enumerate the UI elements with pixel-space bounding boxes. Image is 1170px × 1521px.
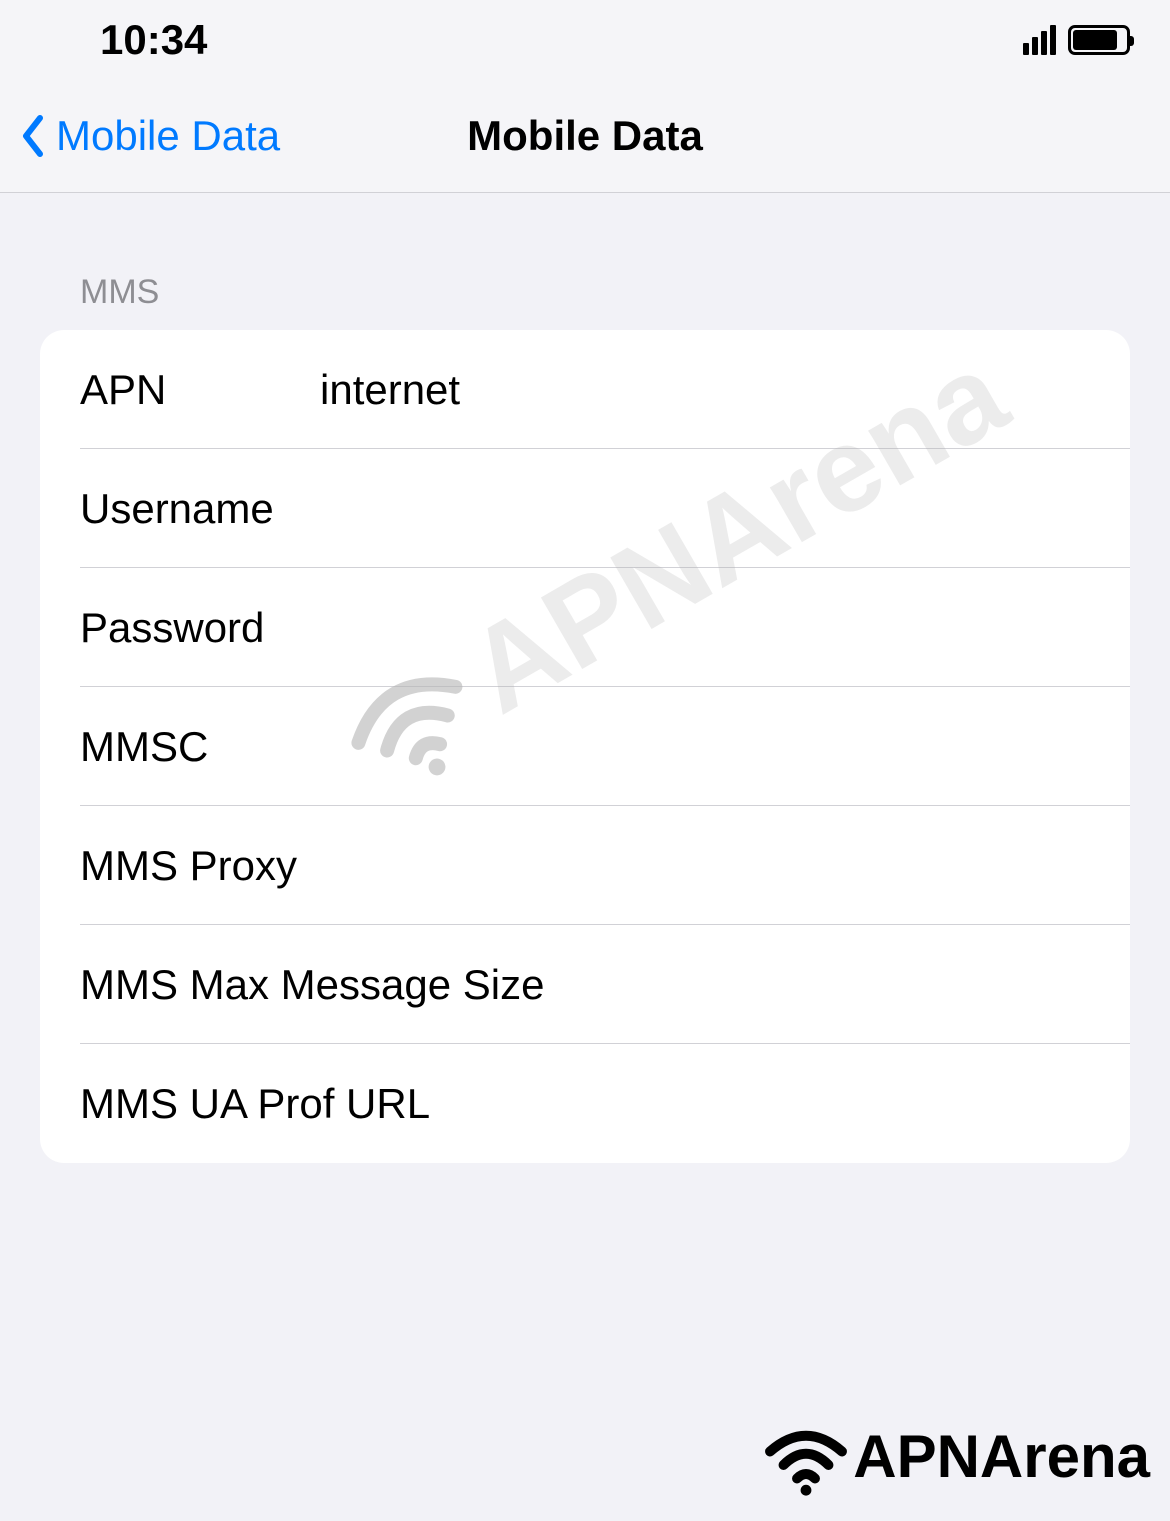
password-label: Password — [80, 604, 320, 652]
navigation-bar: Mobile Data Mobile Data — [0, 80, 1170, 193]
password-input[interactable] — [320, 604, 1090, 652]
logo-text: APNArena — [853, 1422, 1150, 1491]
back-label: Mobile Data — [56, 112, 280, 160]
username-row[interactable]: Username — [40, 449, 1130, 568]
chevron-left-icon — [20, 114, 48, 158]
mms-proxy-input[interactable] — [297, 842, 1090, 890]
mmsc-label: MMSC — [80, 723, 320, 771]
cellular-signal-icon — [1023, 25, 1056, 55]
mms-ua-prof-row[interactable]: MMS UA Prof URL — [40, 1044, 1130, 1163]
page-title: Mobile Data — [467, 112, 703, 160]
mms-max-size-label: MMS Max Message Size — [80, 961, 544, 1009]
mms-ua-prof-label: MMS UA Prof URL — [80, 1080, 430, 1128]
apn-label: APN — [80, 366, 320, 414]
status-indicators — [1023, 25, 1130, 55]
apnarena-logo: APNArena — [761, 1411, 1150, 1501]
username-input[interactable] — [320, 485, 1090, 533]
apn-row[interactable]: APN — [40, 330, 1130, 449]
status-bar: 10:34 — [0, 0, 1170, 80]
mms-proxy-row[interactable]: MMS Proxy — [40, 806, 1130, 925]
mms-ua-prof-input[interactable] — [430, 1080, 1090, 1128]
username-label: Username — [80, 485, 320, 533]
back-button[interactable]: Mobile Data — [20, 112, 280, 160]
mms-max-size-row[interactable]: MMS Max Message Size — [40, 925, 1130, 1044]
mmsc-row[interactable]: MMSC — [40, 687, 1130, 806]
mms-max-size-input[interactable] — [544, 961, 1090, 1009]
mms-settings-group: APN Username Password MMSC MMS Proxy MMS… — [40, 330, 1130, 1163]
mms-proxy-label: MMS Proxy — [80, 842, 297, 890]
content-area: MMS APN Username Password MMSC MMS Proxy… — [0, 193, 1170, 1163]
password-row[interactable]: Password — [40, 568, 1130, 687]
status-time: 10:34 — [100, 16, 207, 64]
apn-input[interactable] — [320, 366, 1090, 414]
wifi-icon — [761, 1411, 851, 1501]
mmsc-input[interactable] — [320, 723, 1090, 771]
section-header-mms: MMS — [40, 273, 1130, 330]
battery-icon — [1068, 25, 1130, 55]
